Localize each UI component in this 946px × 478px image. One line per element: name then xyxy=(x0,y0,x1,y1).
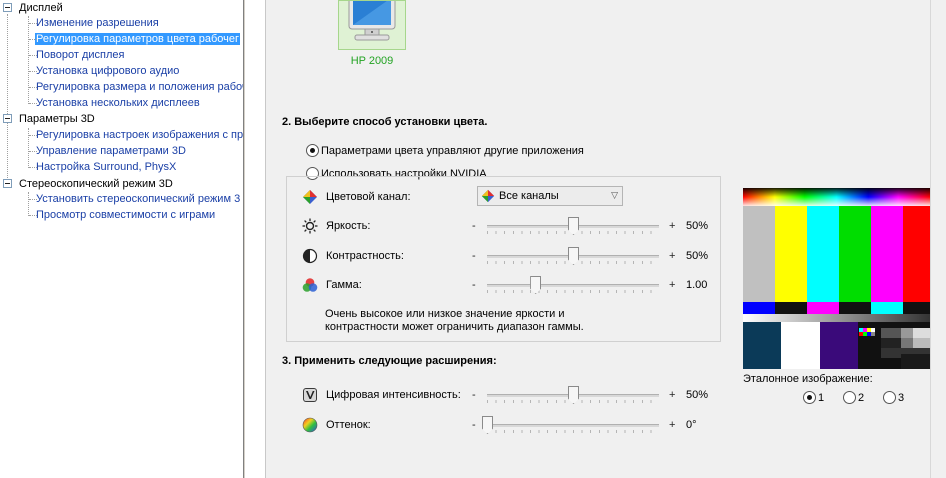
tree-item-display[interactable]: Дисплей xyxy=(0,0,64,16)
gamma-value: 1.00 xyxy=(686,279,708,291)
gamma-minus: - xyxy=(472,279,476,291)
digital-vibrance-value: 50% xyxy=(686,389,709,401)
brightness-label: Яркость: xyxy=(326,220,371,232)
gamma-note-line-1: Очень высокое или низкое значение яркост… xyxy=(325,308,565,320)
hue-ticks xyxy=(487,430,659,433)
vertical-scrollbar[interactable] xyxy=(930,0,946,478)
pane-gutter xyxy=(246,0,266,478)
radio-other-apps[interactable] xyxy=(306,144,319,157)
tree-item-rotate-display[interactable]: Поворот дисплея xyxy=(0,47,125,63)
contrast-icon xyxy=(302,248,318,264)
reference-radio-2[interactable] xyxy=(843,391,856,404)
tree-item-size-position[interactable]: Регулировка размера и положения рабоч xyxy=(0,79,243,95)
monitor-tile[interactable] xyxy=(338,0,406,50)
gamma-plus: + xyxy=(669,279,676,291)
digital-vibrance-plus: + xyxy=(669,389,676,401)
color-channel-label: Цветовой канал: xyxy=(326,191,411,203)
tree-item-stereoscopic-3d[interactable]: Стереоскопический режим 3D xyxy=(0,176,174,192)
brightness-value: 50% xyxy=(686,220,709,232)
reference-test-image xyxy=(743,188,930,369)
tree-item-digital-audio[interactable]: Установка цифрового аудио xyxy=(0,63,180,79)
contrast-plus: + xyxy=(669,250,676,262)
brightness-icon xyxy=(302,218,318,234)
section-2-title: 2. Выберите способ установки цвета. xyxy=(282,116,488,128)
hue-track[interactable] xyxy=(487,424,659,427)
section-3-title: 3. Применить следующие расширения: xyxy=(282,355,497,367)
brightness-minus: - xyxy=(472,220,476,232)
reference-radio-2-label[interactable]: 2 xyxy=(858,392,864,404)
tree-item-manage-3d[interactable]: Управление параметрами 3D xyxy=(0,143,187,159)
collapse-icon[interactable] xyxy=(3,3,12,12)
color-channel-dropdown[interactable]: Все каналы ▽ xyxy=(477,186,623,206)
digital-vibrance-icon xyxy=(302,387,318,403)
tree-item-3d-settings[interactable]: Параметры 3D xyxy=(0,111,96,127)
tree-item-surround-physx[interactable]: Настройка Surround, PhysX xyxy=(0,159,177,175)
tree-item-adjust-color[interactable]: Регулировка параметров цвета рабочег xyxy=(0,31,241,47)
tree-item-game-compatibility[interactable]: Просмотр совместимости с играми xyxy=(0,207,216,223)
gamma-icon xyxy=(302,277,318,293)
hue-minus: - xyxy=(472,419,476,431)
all-channels-icon xyxy=(481,189,495,206)
chevron-down-icon: ▽ xyxy=(611,190,618,200)
main-panel: HP 2009 2. Выберите способ установки цве… xyxy=(266,0,930,478)
gamma-label: Гамма: xyxy=(326,279,362,291)
tree-item-multiple-displays[interactable]: Установка нескольких дисплеев xyxy=(0,95,201,111)
contrast-value: 50% xyxy=(686,250,709,262)
tree-item-setup-stereoscopic[interactable]: Установить стереоскопический режим 3 xyxy=(0,191,241,207)
digital-vibrance-minus: - xyxy=(472,389,476,401)
reference-radio-1-label[interactable]: 1 xyxy=(818,392,824,404)
hue-label: Оттенок: xyxy=(326,419,371,431)
contrast-label: Контрастность: xyxy=(326,250,404,262)
reference-image-label: Эталонное изображение: xyxy=(743,373,873,385)
gamma-ticks xyxy=(487,290,659,293)
brightness-plus: + xyxy=(669,220,676,232)
color-channel-value: Все каналы xyxy=(499,190,559,202)
collapse-icon[interactable] xyxy=(3,179,12,188)
radio-other-apps-label[interactable]: Параметрами цвета управляют другие прило… xyxy=(321,145,584,157)
tree-item-image-settings-preview[interactable]: Регулировка настроек изображения с пр xyxy=(0,127,243,143)
hue-value: 0° xyxy=(686,419,697,431)
gamma-note-line-2: контрастности может ограничить диапазон … xyxy=(325,321,584,333)
reference-radio-3-label[interactable]: 3 xyxy=(898,392,904,404)
gamma-track[interactable] xyxy=(487,284,659,287)
reference-radio-1[interactable] xyxy=(803,391,816,404)
monitor-icon xyxy=(348,0,396,41)
color-channel-icon xyxy=(302,189,318,205)
digital-vibrance-label: Цифровая интенсивность: xyxy=(326,389,461,401)
reference-radio-3[interactable] xyxy=(883,391,896,404)
hue-plus: + xyxy=(669,419,676,431)
collapse-icon[interactable] xyxy=(3,114,12,123)
contrast-minus: - xyxy=(472,250,476,262)
hue-icon xyxy=(302,417,318,433)
monitor-name: HP 2009 xyxy=(350,55,394,67)
tree-item-change-resolution[interactable]: Изменение разрешения xyxy=(0,15,160,31)
navigation-tree: Дисплей Изменение разрешения Регулировка… xyxy=(0,0,243,478)
